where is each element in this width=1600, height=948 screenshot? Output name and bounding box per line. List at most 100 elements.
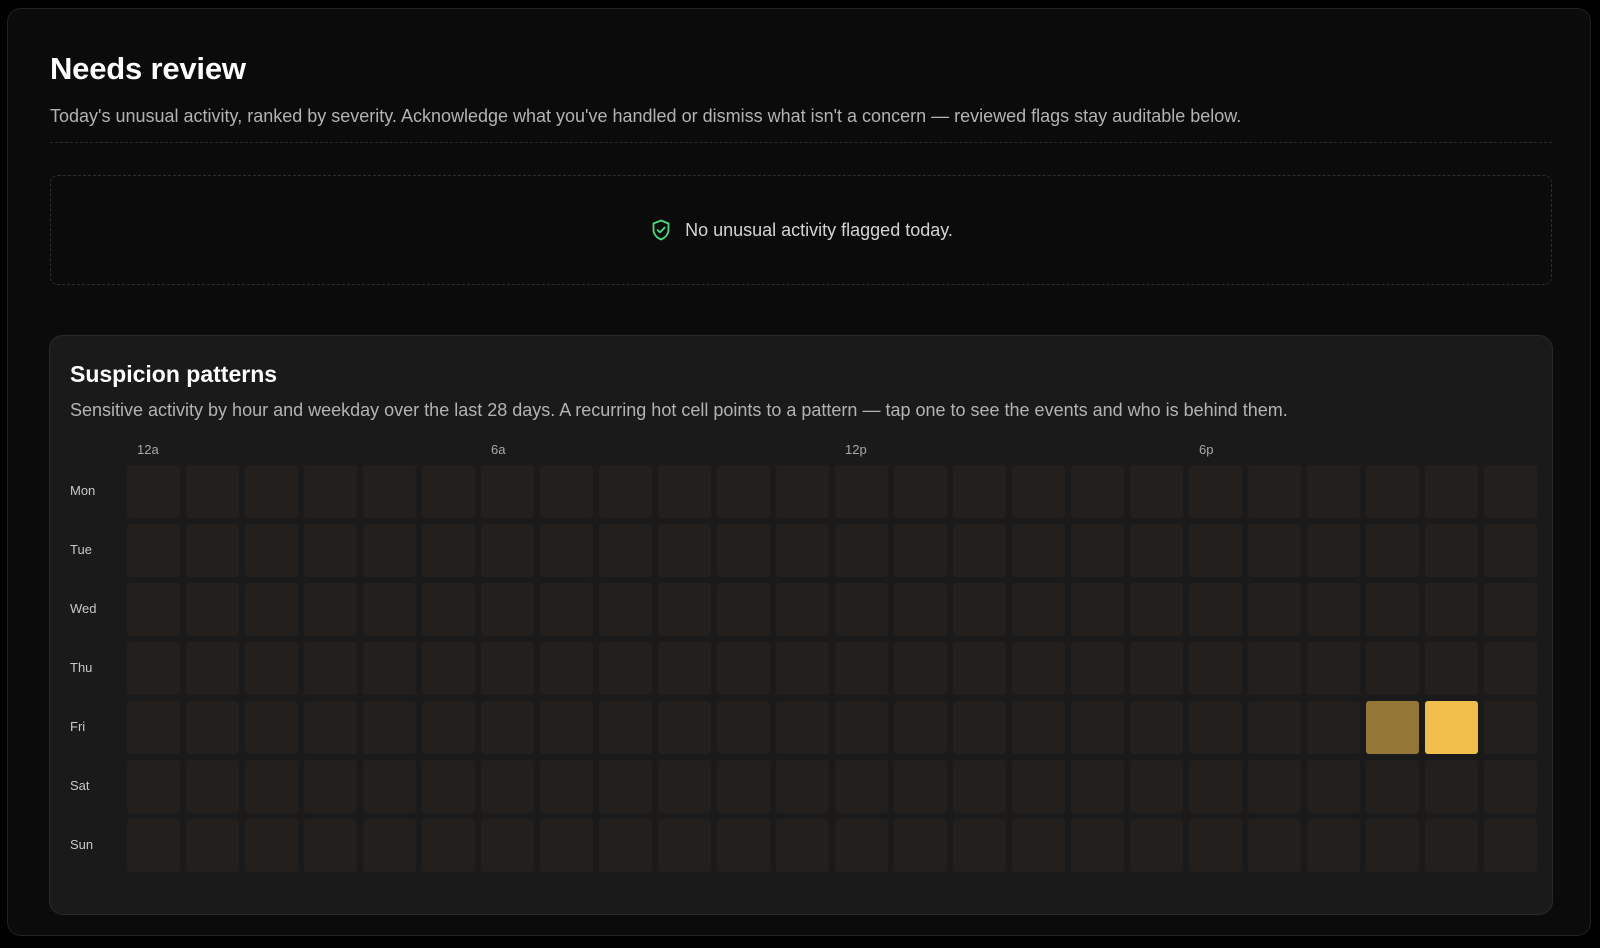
heatmap-cell[interactable] — [1012, 465, 1065, 518]
heatmap-cell[interactable] — [481, 524, 534, 577]
heatmap-cell[interactable] — [186, 760, 239, 813]
heatmap-cell[interactable] — [1248, 760, 1301, 813]
heatmap-cell[interactable] — [1484, 465, 1537, 518]
heatmap-cell[interactable] — [717, 819, 770, 872]
heatmap-cell[interactable] — [1484, 760, 1537, 813]
heatmap-cell[interactable] — [422, 465, 475, 518]
heatmap-cell[interactable] — [1189, 524, 1242, 577]
heatmap-cell[interactable] — [835, 760, 888, 813]
heatmap-cell[interactable] — [894, 583, 947, 636]
heatmap-cell[interactable] — [540, 583, 593, 636]
heatmap-cell[interactable] — [1189, 583, 1242, 636]
heatmap-cell[interactable] — [1484, 819, 1537, 872]
heatmap-cell[interactable] — [717, 583, 770, 636]
heatmap-cell[interactable] — [481, 465, 534, 518]
heatmap-cell[interactable] — [1484, 524, 1537, 577]
heatmap-cell[interactable] — [481, 760, 534, 813]
heatmap-cell[interactable] — [894, 642, 947, 695]
heatmap-cell[interactable] — [245, 583, 298, 636]
heatmap-cell[interactable] — [1425, 583, 1478, 636]
heatmap-cell[interactable] — [245, 760, 298, 813]
heatmap-cell[interactable] — [245, 819, 298, 872]
heatmap-cell[interactable] — [1307, 760, 1360, 813]
heatmap-cell[interactable] — [894, 819, 947, 872]
heatmap-cell[interactable] — [1071, 465, 1124, 518]
heatmap-cell[interactable] — [127, 642, 180, 695]
heatmap-cell[interactable] — [599, 701, 652, 754]
heatmap-cell[interactable] — [1248, 583, 1301, 636]
heatmap-cell[interactable] — [422, 819, 475, 872]
heatmap-cell[interactable] — [245, 465, 298, 518]
heatmap-cell[interactable] — [835, 642, 888, 695]
heatmap-cell[interactable] — [481, 642, 534, 695]
heatmap-cell[interactable] — [1012, 524, 1065, 577]
heatmap-cell[interactable] — [127, 583, 180, 636]
heatmap-cell[interactable] — [835, 701, 888, 754]
heatmap-cell[interactable] — [658, 583, 711, 636]
heatmap-cell[interactable] — [953, 524, 1006, 577]
heatmap-cell[interactable] — [1012, 701, 1065, 754]
heatmap-cell[interactable] — [304, 524, 357, 577]
heatmap-cell[interactable] — [363, 760, 416, 813]
heatmap-cell[interactable] — [422, 760, 475, 813]
heatmap-cell[interactable] — [1130, 701, 1183, 754]
heatmap-cell[interactable] — [599, 465, 652, 518]
heatmap-cell[interactable] — [186, 701, 239, 754]
heatmap-cell[interactable] — [1071, 701, 1124, 754]
heatmap-cell[interactable] — [304, 583, 357, 636]
heatmap-cell[interactable] — [363, 819, 416, 872]
heatmap-cell[interactable] — [1012, 642, 1065, 695]
heatmap-cell[interactable] — [540, 642, 593, 695]
heatmap-cell[interactable] — [776, 760, 829, 813]
heatmap-cell[interactable] — [363, 642, 416, 695]
heatmap-cell[interactable] — [1484, 583, 1537, 636]
heatmap-cell[interactable] — [1425, 465, 1478, 518]
heatmap-cell[interactable] — [1071, 760, 1124, 813]
heatmap-cell[interactable] — [481, 583, 534, 636]
heatmap-cell[interactable] — [186, 642, 239, 695]
heatmap-cell[interactable] — [1012, 760, 1065, 813]
heatmap-cell[interactable] — [1425, 819, 1478, 872]
heatmap-cell[interactable] — [481, 819, 534, 872]
heatmap-cell[interactable] — [1366, 701, 1419, 754]
heatmap-cell[interactable] — [776, 583, 829, 636]
heatmap-cell[interactable] — [127, 701, 180, 754]
heatmap-cell[interactable] — [1012, 819, 1065, 872]
heatmap-cell[interactable] — [186, 583, 239, 636]
heatmap-cell[interactable] — [127, 819, 180, 872]
heatmap-cell[interactable] — [717, 701, 770, 754]
heatmap-cell[interactable] — [599, 524, 652, 577]
heatmap-cell[interactable] — [422, 701, 475, 754]
heatmap-cell[interactable] — [599, 583, 652, 636]
heatmap-cell[interactable] — [1366, 465, 1419, 518]
heatmap-cell[interactable] — [599, 642, 652, 695]
heatmap-cell[interactable] — [1425, 642, 1478, 695]
heatmap-cell[interactable] — [1366, 583, 1419, 636]
heatmap-cell[interactable] — [1071, 583, 1124, 636]
heatmap-cell[interactable] — [1130, 524, 1183, 577]
heatmap-cell[interactable] — [540, 701, 593, 754]
heatmap-cell[interactable] — [953, 642, 1006, 695]
heatmap-cell[interactable] — [1012, 583, 1065, 636]
heatmap-cell[interactable] — [245, 642, 298, 695]
heatmap-cell[interactable] — [1071, 524, 1124, 577]
heatmap-cell[interactable] — [1071, 819, 1124, 872]
heatmap-cell[interactable] — [776, 819, 829, 872]
heatmap-cell[interactable] — [1130, 583, 1183, 636]
heatmap-cell[interactable] — [363, 524, 416, 577]
heatmap-cell[interactable] — [835, 524, 888, 577]
heatmap-cell[interactable] — [422, 524, 475, 577]
heatmap-cell[interactable] — [1425, 701, 1478, 754]
heatmap-cell[interactable] — [1484, 701, 1537, 754]
heatmap-cell[interactable] — [363, 465, 416, 518]
heatmap-cell[interactable] — [1189, 819, 1242, 872]
heatmap-cell[interactable] — [304, 701, 357, 754]
heatmap-cell[interactable] — [1248, 465, 1301, 518]
heatmap-cell[interactable] — [776, 701, 829, 754]
heatmap-cell[interactable] — [422, 642, 475, 695]
heatmap-cell[interactable] — [776, 642, 829, 695]
heatmap-cell[interactable] — [717, 760, 770, 813]
heatmap-cell[interactable] — [127, 524, 180, 577]
heatmap-cell[interactable] — [717, 465, 770, 518]
heatmap-cell[interactable] — [658, 819, 711, 872]
